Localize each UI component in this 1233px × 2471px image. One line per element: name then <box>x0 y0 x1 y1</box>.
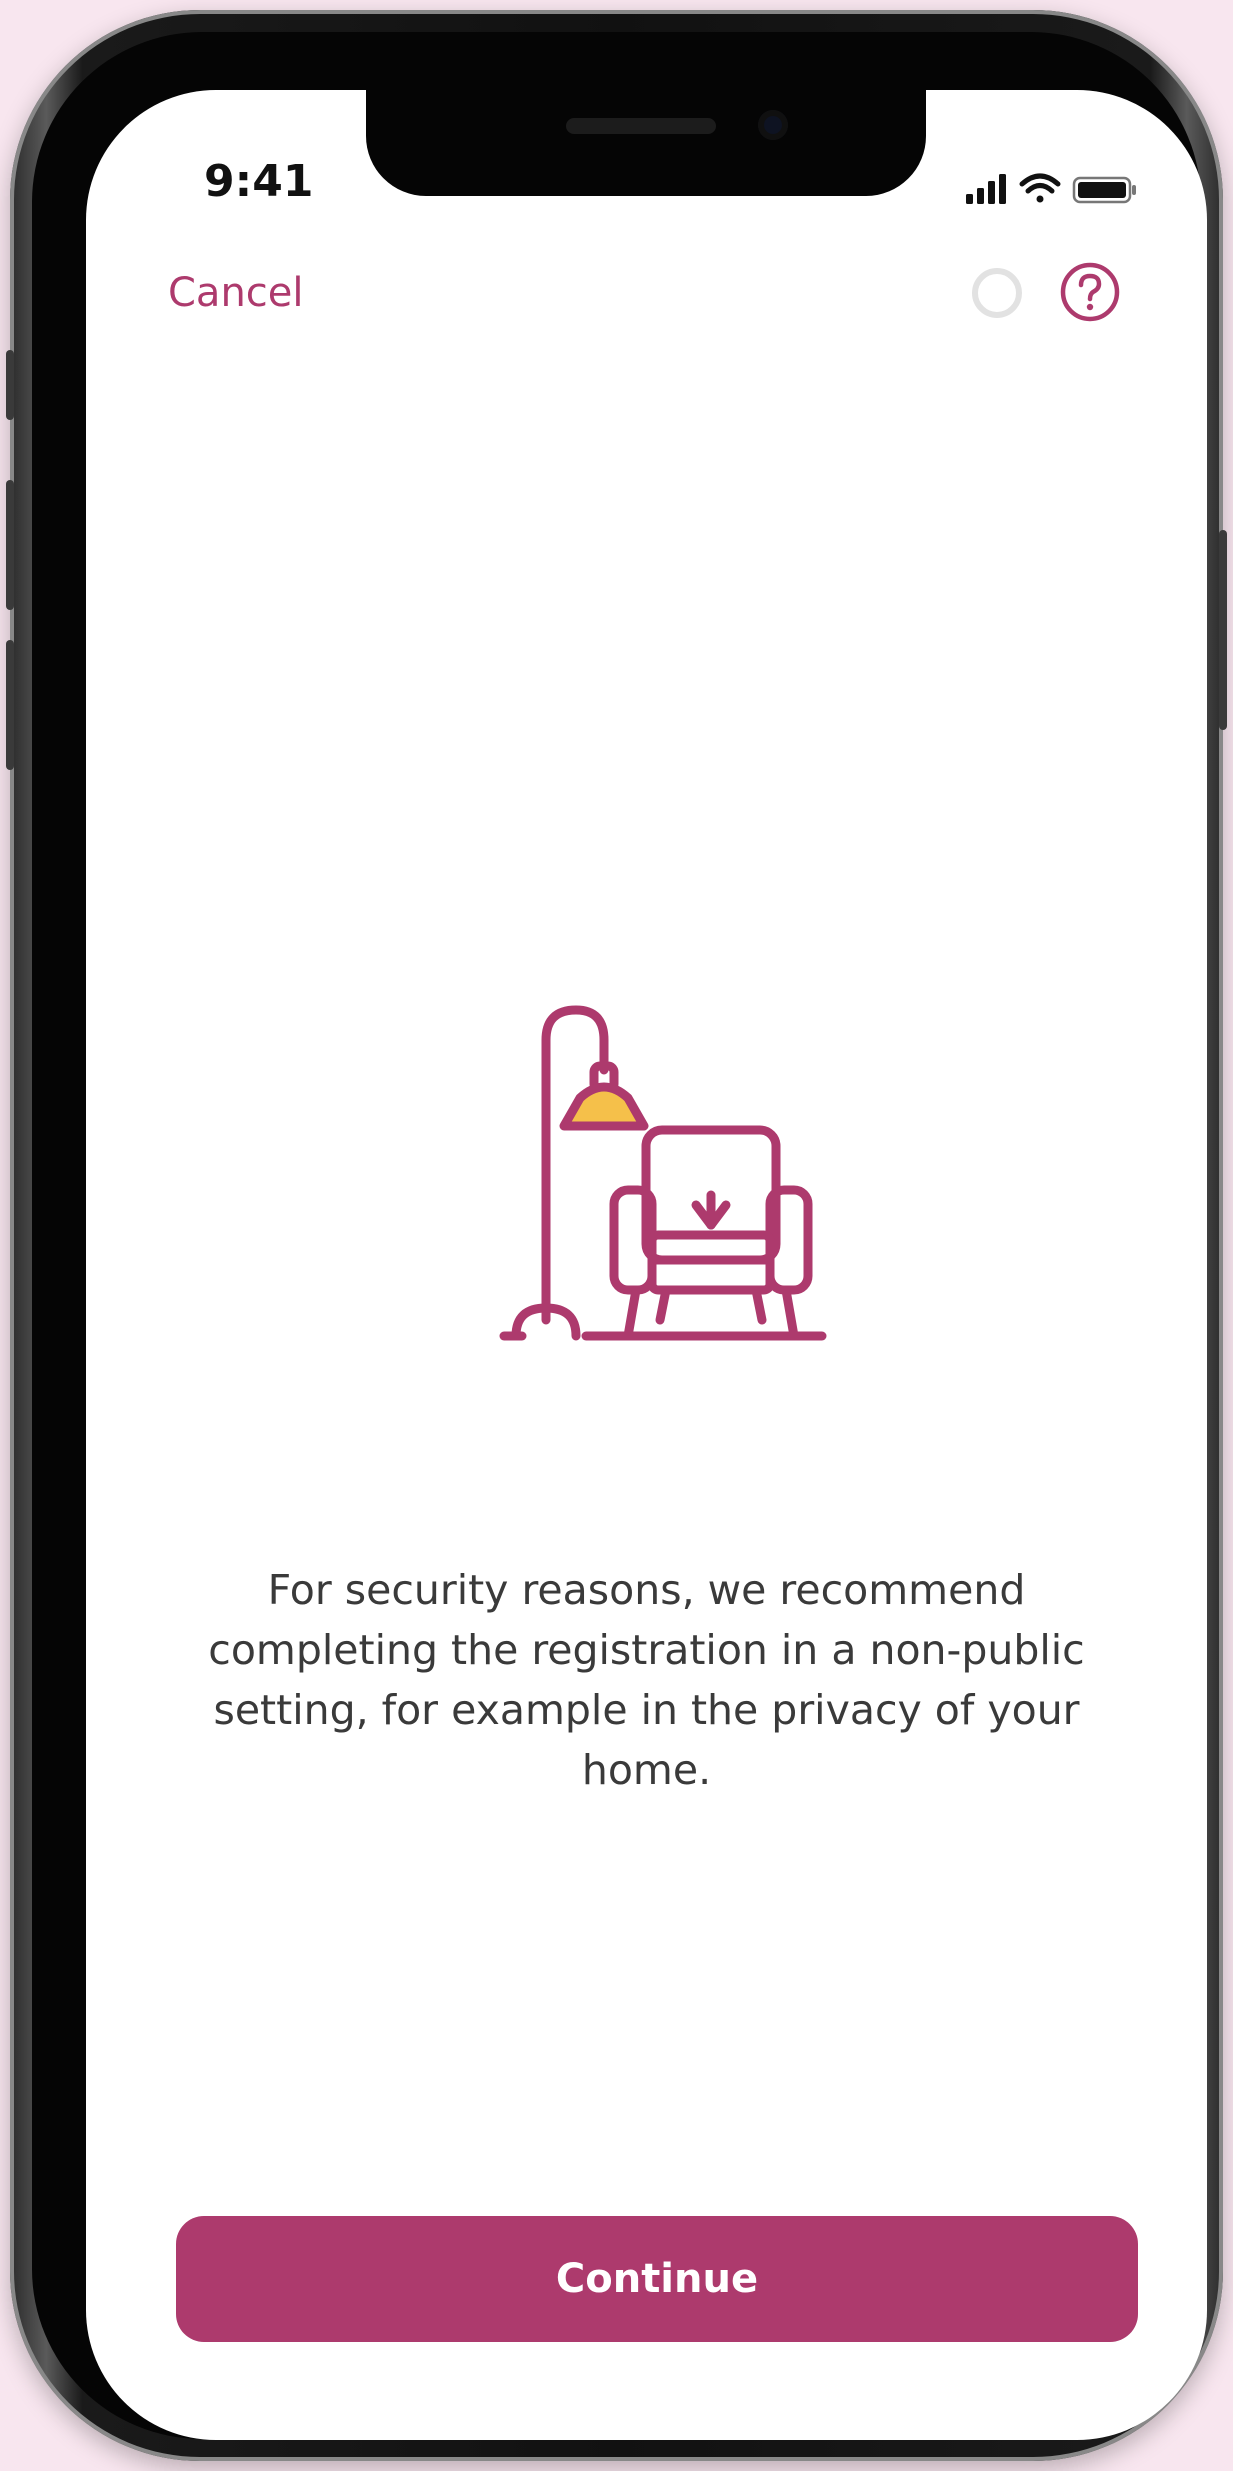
loading-spinner-icon <box>972 268 1022 318</box>
front-camera <box>758 110 788 140</box>
phone-side-button <box>6 350 14 420</box>
continue-button[interactable]: Continue <box>176 2216 1138 2342</box>
help-icon[interactable] <box>1058 260 1122 324</box>
speaker-grille <box>566 118 716 134</box>
phone-side-button <box>6 480 14 610</box>
battery-icon <box>1072 176 1136 204</box>
security-recommendation-text: For security reasons, we recommend compl… <box>208 1566 1085 1794</box>
app-screen: 9:41 Cancel For security reasons, we rec… <box>86 90 1207 2440</box>
phone-side-button <box>1219 530 1227 730</box>
status-time: 9:41 <box>204 156 314 207</box>
wifi-icon <box>1019 173 1061 203</box>
cellular-signal-icon <box>966 174 1006 204</box>
status-icons <box>966 173 1136 204</box>
cancel-button[interactable]: Cancel <box>168 270 304 316</box>
phone-side-button <box>6 640 14 770</box>
armchair-with-floor-lamp-icon <box>499 1005 827 1341</box>
phone-frame: 9:41 Cancel For security reasons, we rec… <box>6 10 1227 2461</box>
phone-bezel: 9:41 Cancel For security reasons, we rec… <box>32 32 1207 2440</box>
phone-notch <box>366 90 926 196</box>
